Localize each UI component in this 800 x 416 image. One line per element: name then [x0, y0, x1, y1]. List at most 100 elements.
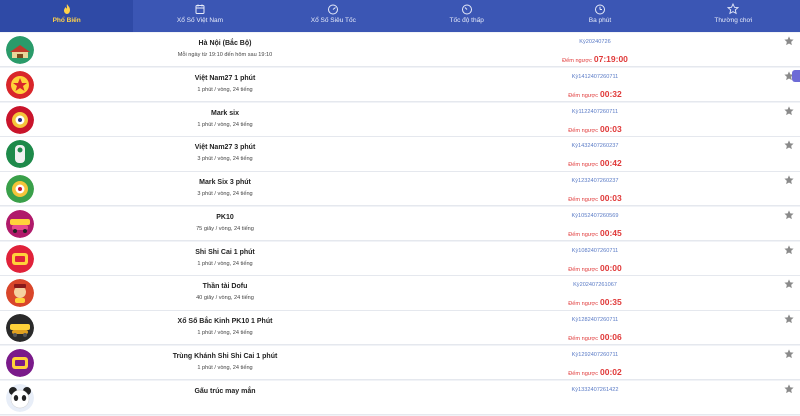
speedometer-icon [328, 4, 339, 15]
favorite-star-icon[interactable] [784, 175, 794, 185]
shishicai-icon [6, 349, 34, 378]
game-name: Trùng Khánh Shi Shi Cai 1 phút [172, 353, 278, 361]
game-countdown: Đếm ngược 00:32 [520, 84, 670, 102]
game-countdown: Đếm ngược 00:06 [520, 327, 670, 345]
countdown-label: Đếm ngược [568, 231, 599, 238]
game-row-than-tai-dofu[interactable]: Thần tài Dofu 40 giây / vòng, 24 tiếng K… [0, 276, 800, 311]
countdown-value: 00:42 [600, 158, 622, 169]
game-row-pk10[interactable]: PK10 75 giây / vòng, 24 tiếng Kỳ10524072… [0, 206, 800, 242]
favorite-star-icon[interactable] [784, 349, 794, 359]
favorite-star-icon[interactable] [784, 36, 794, 46]
game-schedule: 1 phút / vòng, 24 tiếng [197, 121, 253, 128]
game-countdown: Đếm ngược 00:03 [520, 119, 670, 137]
countdown-value: 00:45 [600, 227, 622, 238]
game-row-vietnam27-1min[interactable]: Việt Nam27 1 phút 1 phút / vòng, 24 tiến… [0, 67, 800, 102]
countdown-value: 00:32 [600, 88, 622, 99]
game-schedule: 3 phút / vòng, 24 tiếng [197, 191, 253, 198]
favorite-star-icon[interactable] [784, 245, 794, 255]
favorite-star-icon[interactable] [784, 384, 794, 394]
game-term: Kỳ1052407260569 [571, 212, 619, 219]
tab-super-fast-lottery[interactable]: Xổ Số Siêu Tốc [267, 0, 400, 32]
tab-frequently-played[interactable]: Thường chơi [667, 0, 800, 32]
countdown-value: 00:06 [600, 332, 622, 343]
game-row-beijing-pk10[interactable]: Xổ Số Bắc Kinh PK10 1 Phút 1 phút / vòng… [0, 311, 800, 346]
game-term: Kỳ1432407260237 [571, 143, 619, 150]
tab-low-speed[interactable]: Tốc độ thấp [400, 0, 533, 32]
side-drawer-handle[interactable] [792, 70, 800, 82]
countdown-label: Đếm ngược [568, 266, 599, 273]
game-countdown: Đếm ngược 00:03 [520, 188, 670, 206]
game-name: PK10 [216, 213, 234, 221]
game-name: Mark Six 3 phút [199, 179, 251, 187]
game-countdown: Đếm ngược 00:35 [520, 292, 670, 310]
pk10-car-icon [6, 314, 34, 343]
tab-label: Xổ Số Việt Nam [176, 17, 224, 24]
tab-label: Thường chơi [714, 17, 753, 24]
favorite-star-icon[interactable] [784, 210, 794, 220]
countdown-label: Đếm ngược [568, 371, 599, 378]
category-tab-bar: Phổ Biến Xổ Số Việt Nam Xổ Số Siêu Tốc T… [0, 0, 800, 32]
clock-icon [594, 4, 605, 15]
game-name: Hà Nội (Bắc Bộ) [198, 40, 252, 47]
game-schedule: 3 phút / vòng, 24 tiếng [197, 156, 253, 163]
countdown-label: Đếm ngược [568, 336, 599, 343]
game-term: Kỳ1292407260711 [571, 352, 619, 359]
game-name: Việt Nam27 1 phút [194, 74, 256, 82]
star-icon [727, 3, 740, 15]
tab-label: Phổ Biến [52, 17, 81, 24]
countdown-value: 00:03 [600, 123, 622, 134]
game-countdown: Đếm ngược 00:42 [520, 153, 670, 171]
hanoi-temple-icon [6, 36, 34, 64]
gauge-icon [461, 4, 472, 15]
mark-six-ball-icon [6, 105, 34, 134]
game-countdown: Đếm ngược 00:45 [520, 223, 670, 241]
game-schedule: 75 giây / vòng, 24 tiếng [196, 225, 254, 232]
fire-icon [63, 4, 70, 14]
mark-six-ball-icon [6, 175, 34, 204]
game-name: Việt Nam27 3 phút [194, 144, 256, 152]
calendar-icon [195, 4, 205, 14]
game-schedule: 1 phút / vòng, 24 tiếng [197, 260, 253, 267]
game-name: Mark six [210, 109, 240, 117]
game-schedule: Mỗi ngày từ 19:10 đến hôm sau 19:10 [177, 52, 273, 58]
game-term: Kỳ1332407261422 [571, 386, 619, 393]
countdown-value: 00:02 [600, 367, 622, 378]
game-term: Kỳ1412407260711 [571, 73, 619, 80]
countdown-value: 00:35 [600, 297, 622, 308]
countdown-label: Đếm ngược [568, 197, 599, 204]
favorite-star-icon[interactable] [784, 140, 794, 150]
favorite-star-icon[interactable] [784, 314, 794, 324]
game-row-vietnam27-3min[interactable]: Việt Nam27 3 phút 3 phút / vòng, 24 tiến… [0, 137, 800, 172]
game-name: Thần tài Dofu [202, 283, 248, 291]
game-row-mark-six-3min[interactable]: Mark Six 3 phút 3 phút / vòng, 24 tiếng … [0, 172, 800, 207]
game-countdown: Đếm ngược 00:00 [520, 258, 670, 276]
tab-popular[interactable]: Phổ Biến [0, 0, 134, 32]
favorite-star-icon[interactable] [784, 279, 794, 289]
game-name: Xổ Số Bắc Kinh PK10 1 Phút [177, 318, 273, 326]
countdown-label: Đếm ngược [568, 92, 599, 99]
countdown-value: 00:03 [600, 193, 622, 204]
countdown-label: Đếm ngược [568, 162, 599, 169]
god-of-wealth-icon [6, 279, 34, 308]
tab-label: Xổ Số Siêu Tốc [310, 17, 356, 24]
game-row-hanoi[interactable]: Hà Nội (Bắc Bộ) Mỗi ngày từ 19:10 đến hô… [0, 33, 800, 68]
panda-icon [6, 383, 34, 412]
game-term: Kỳ1282407260711 [571, 317, 619, 324]
game-schedule: 1 phút / vòng, 24 tiếng [197, 365, 253, 372]
pk10-car-icon [6, 209, 34, 238]
countdown-label: Đếm ngược [562, 58, 592, 64]
game-row-lucky-panda[interactable]: Gấu trúc may mắn Kỳ1332407261422 [0, 380, 800, 415]
game-row-mark-six[interactable]: Mark six 1 phút / vòng, 24 tiếng Kỳ11224… [0, 102, 800, 137]
game-schedule: 1 phút / vòng, 24 tiếng [197, 86, 253, 93]
countdown-label: Đếm ngược [568, 127, 599, 134]
vietnam27-icon [6, 70, 34, 99]
game-row-shishicai-1min[interactable]: Shi Shi Cai 1 phút 1 phút / vòng, 24 tiế… [0, 241, 800, 276]
tab-three-minutes[interactable]: Ba phút [533, 0, 666, 32]
game-countdown: Đếm ngược 07:19:00 [520, 49, 670, 67]
favorite-star-icon[interactable] [784, 105, 794, 116]
game-row-chongqing-shishicai[interactable]: Trùng Khánh Shi Shi Cai 1 phút 1 phút / … [0, 346, 800, 381]
tab-vietnam-lottery[interactable]: Xổ Số Việt Nam [133, 0, 266, 32]
countdown-value: 07:19:00 [593, 54, 628, 64]
game-term: Kỳ1232407260237 [571, 178, 619, 185]
game-countdown: Đếm ngược 00:02 [520, 362, 670, 380]
